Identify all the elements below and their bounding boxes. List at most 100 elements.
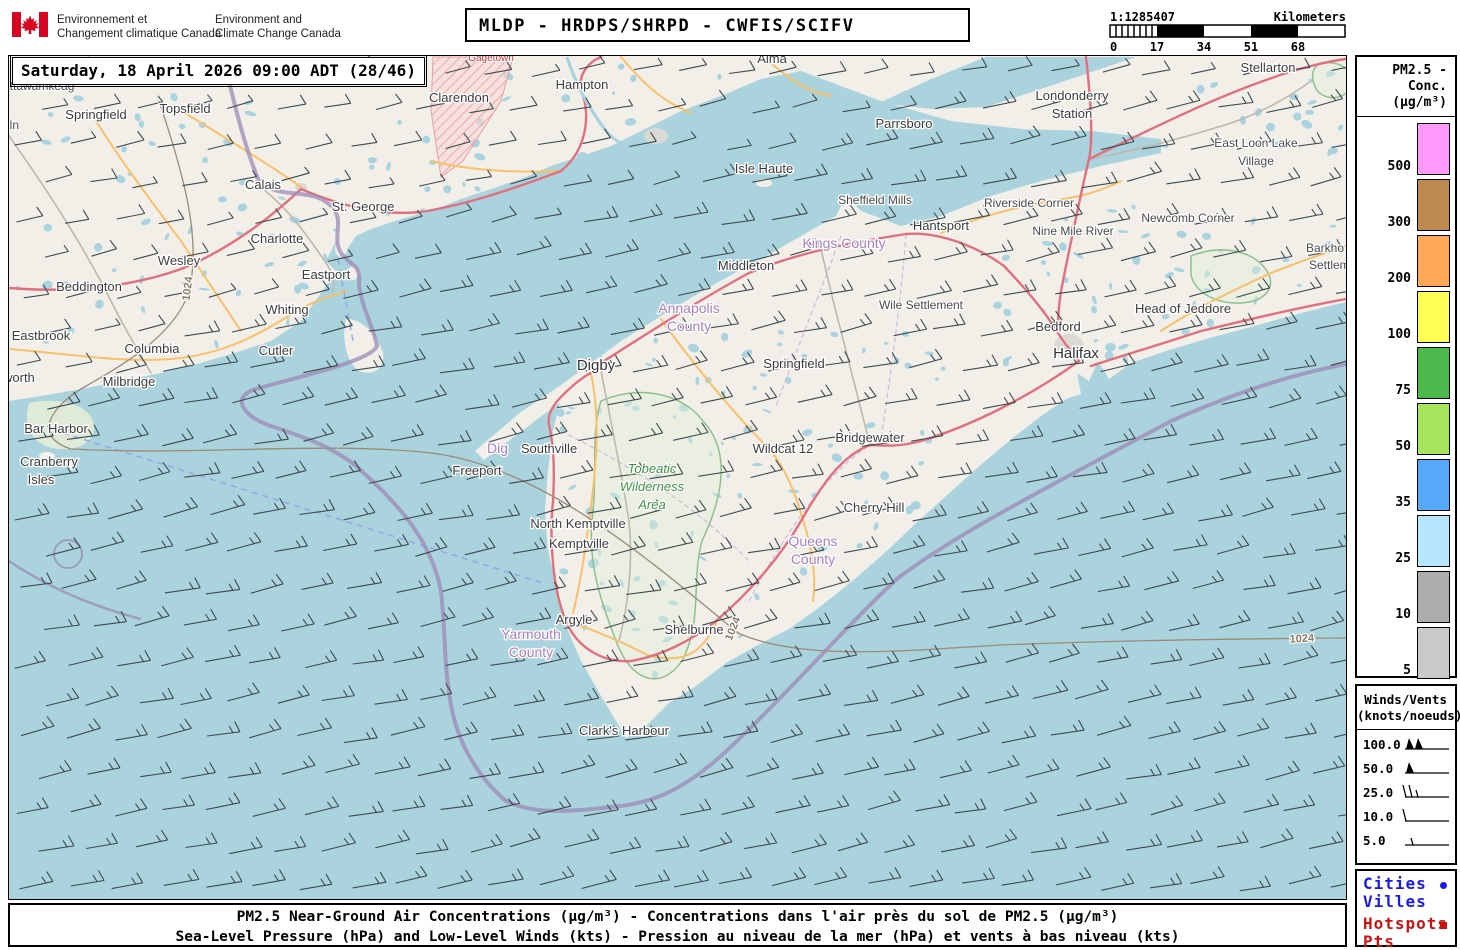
map-label: Settlem [1309,258,1346,272]
map-label: Kings County [802,235,885,251]
wind-speed-label: 25.0 [1363,784,1394,800]
pm25-legend-panel: PM2.5 - Conc. (µg/m³) 500 300 200 100 75 50 35… [1355,55,1457,679]
map-label: County [509,644,553,660]
scale-tick: 34 [1197,40,1211,54]
scale-tick: 0 [1110,40,1117,54]
pm25-legend-item: 500 [1357,119,1455,175]
wind-speed-label: 50.0 [1363,760,1394,776]
model-title-box: MLDP - HRDPS/SHRPD - CWFIS/SCIFV [465,8,970,42]
wind-legend-item: 100.0 [1357,732,1455,756]
map-label: Halifax [1053,345,1099,362]
pm25-legend-title: PM2.5 - Conc. (µg/m³) [1392,63,1447,110]
map-label: Alma [757,56,787,66]
map-label: Clarendon [429,90,489,105]
model-title: MLDP - HRDPS/SHRPD - CWFIS/SCIFV [479,16,855,36]
pm25-threshold-label: 200 [1387,271,1411,286]
map-label: Hantsport [913,218,970,233]
map-label: Clark's Harbour [579,723,670,738]
map-label: Dig [487,440,508,456]
map-label: Charlotte [251,231,304,246]
map-label: Columbia [125,341,181,356]
caption-line2: Sea-Level Pressure (hPa) and Low-Level W… [175,929,1180,945]
map-label: Wile Settlement [879,298,964,312]
map-label: Topsfield [159,101,210,116]
map-label: Wesley [158,253,201,268]
wind-barb-icon [1402,808,1449,822]
map-label: Freeport [452,463,502,478]
wind-legend-item: 50.0 [1357,756,1455,780]
pm25-legend-item: 10 [1357,567,1455,623]
scale-tick: 17 [1150,40,1164,54]
pm25-threshold-label: 50 [1395,439,1411,454]
map-label: Gagetown [468,56,514,64]
pm25-color-swatch [1417,515,1450,567]
wind-barb-icon [1405,738,1449,750]
agency-name-fr: Environnement et Changement climatique Ca… [57,14,222,40]
map-label: Whiting [265,302,308,317]
map-label: Southville [521,441,577,456]
map-label: Kemptville [549,536,609,551]
pm25-legend-item: 200 [1357,231,1455,287]
pm25-legend-item: 25 [1357,511,1455,567]
cities-key-en: Cities [1363,875,1449,893]
map-label: Annapolis [658,300,720,316]
pm25-color-swatch [1417,235,1450,287]
pm25-color-swatch [1417,123,1450,175]
wind-barb-icon [1405,837,1449,846]
map-label: Cranberry [20,454,78,469]
map-label: worth [9,370,35,385]
pm25-threshold-label: 500 [1387,159,1411,174]
map-label: gln [9,118,19,132]
pm25-color-swatch [1417,627,1450,679]
pm25-legend-item: 100 [1357,287,1455,343]
hotspots-key-fr: Pts chauds [1363,932,1395,950]
map-label: Tobeatic [628,461,677,476]
pm25-legend-item: 75 [1357,343,1455,399]
timestamp: Saturday, 18 April 2026 09:00 ADT (28/46… [21,61,416,80]
map-label: Newcomb Corner [1141,211,1234,225]
map-label: Queens [788,533,837,549]
divider [1357,729,1455,730]
hotspot-marker-icon [1440,922,1447,929]
caption-box: PM2.5 Near-Ground Air Concentrations (µg… [8,903,1347,947]
wind-speed-label: 100.0 [1363,736,1401,752]
pm25-threshold-label: 100 [1387,327,1411,342]
pm25-color-swatch [1417,571,1450,623]
marker-key-panel: Cities Villes Hotspots Pts chauds [1355,869,1457,950]
eccc-dispersion-map-page: Environnement et Changement climatique Ca… [0,0,1460,950]
map-label: Isles [28,472,55,487]
scale-tick: 68 [1291,40,1305,54]
map-label: County [667,318,711,334]
timestamp-box: Saturday, 18 April 2026 09:00 ADT (28/46… [10,55,427,87]
map-label: Nine Mile River [1032,224,1113,238]
map-label: Bridgewater [835,430,905,445]
cities-key-fr: Villes [1363,892,1427,911]
wind-speed-label: 10.0 [1363,808,1394,824]
scale-tick: 51 [1244,40,1258,54]
map-svg: attawamkeagglnSpringfieldTopsfieldCalais… [9,56,1346,899]
pm25-threshold-label: 35 [1395,495,1411,510]
wind-legend-item: 10.0 [1357,804,1455,828]
map-label: Calais [245,177,282,192]
map-label: Riverside Corner [984,196,1074,210]
pm25-threshold-label: 5 [1403,663,1411,678]
map-label: East Loon Lake [1214,136,1298,150]
map-label: Middleton [718,258,774,273]
agency-name-en: Environment and Climate Change Canada [215,14,341,40]
scale-hatch-segment [1115,25,1153,37]
scale-unit: Kilometers [1274,10,1346,24]
caption-line1: PM2.5 Near-Ground Air Concentrations (µg… [236,909,1119,925]
pm25-threshold-label: 75 [1395,383,1411,398]
scale-ratio: 1:1285407 [1110,10,1175,24]
map-label: County [791,551,835,567]
map-label: Bar Harbor [24,421,88,436]
pm25-legend-rows: 500 300 200 100 75 50 35 25 10 5 [1357,119,1455,679]
page-header: Environnement et Changement climatique Ca… [0,0,1460,55]
wind-barb-icon [1405,762,1449,774]
pm25-threshold-label: 10 [1395,607,1411,622]
map-label: Springfield [763,356,824,371]
map-label: St. George [332,199,395,214]
map-label: Springfield [65,107,126,122]
wind-legend-title: Winds/Vents (knots/noeuds) [1357,692,1460,723]
wind-speed-label: 5.0 [1363,832,1386,848]
